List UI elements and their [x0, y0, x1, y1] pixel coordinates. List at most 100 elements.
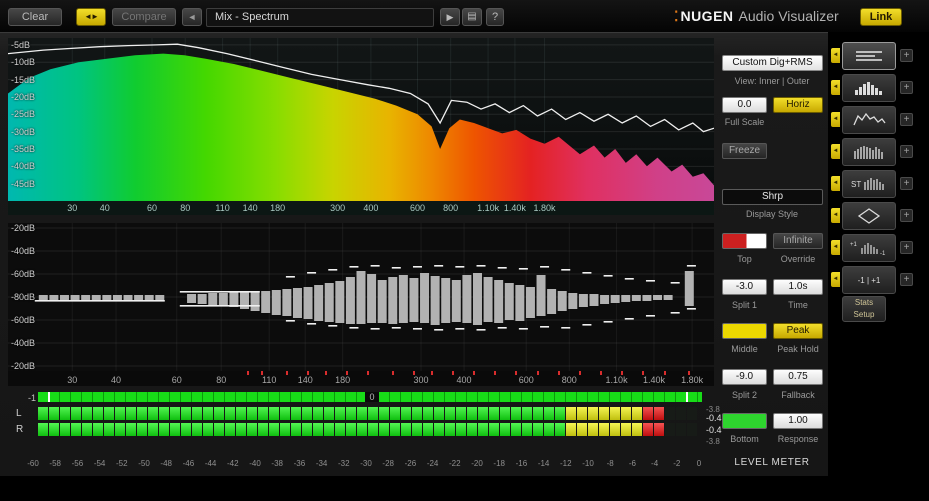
meter-tick-label: -2 — [673, 459, 681, 468]
module-tab-icon[interactable]: ◄ — [831, 208, 840, 223]
db-label: -25dB — [11, 109, 36, 120]
meter-tick-label: -8 — [606, 459, 614, 468]
module-tab-icon[interactable]: ◄ — [831, 176, 840, 191]
preset-field[interactable]: Mix - Spectrum — [206, 8, 434, 27]
meter-segment — [280, 423, 290, 436]
swap-arrows-icon[interactable]: ◄► — [76, 8, 106, 26]
meter-segment — [643, 407, 653, 420]
module-stereo-bars-button[interactable]: ST — [842, 170, 896, 198]
meter-tick-label: -46 — [182, 459, 195, 468]
meter-segment — [665, 407, 675, 420]
meter-segment — [610, 407, 620, 420]
module-tab-icon[interactable]: ◄ — [831, 48, 840, 63]
meter-tick-label: -24 — [426, 459, 439, 468]
db-label: -60dB — [11, 314, 36, 325]
infinite-button[interactable]: Infinite — [773, 233, 823, 249]
clip-tick — [412, 371, 415, 375]
module-spectrum-button[interactable] — [842, 42, 896, 70]
module-histogram-button[interactable] — [842, 74, 896, 102]
clip-tick — [391, 371, 394, 375]
plugin-window: Clear ◄► Compare ◄ Mix - Spectrum ▶ ▤ ? … — [0, 0, 929, 501]
module-add-button[interactable]: + — [900, 145, 913, 158]
stereo-bars-icon: ST — [851, 178, 884, 190]
freq-label: 1.80k — [681, 375, 704, 385]
module-add-button[interactable]: + — [900, 81, 913, 94]
help-button[interactable]: ? — [486, 8, 504, 26]
split1-field[interactable]: -3.0 — [722, 279, 767, 295]
freq-label: 30 — [67, 203, 78, 213]
meter-segment — [82, 423, 92, 436]
spectrum-display: -5dB -10dB -15dB -20dB -25dB -30dB -35dB -40dB -… — [8, 38, 714, 201]
bottom-color-swatch[interactable] — [722, 413, 767, 429]
link-button[interactable]: Link — [860, 8, 902, 26]
meter-tick-label: -30 — [360, 459, 372, 468]
split2-field[interactable]: -9.0 — [722, 369, 767, 385]
meter-tick-label: -28 — [382, 459, 394, 468]
module-vectorscope-button[interactable] — [842, 202, 896, 230]
freq-label: 400 — [456, 375, 472, 385]
meter-segment — [456, 407, 466, 420]
module-add-button[interactable]: + — [900, 113, 913, 126]
module-tab-icon[interactable]: ◄ — [831, 240, 840, 255]
module-curve-button[interactable] — [842, 106, 896, 134]
top-color-swatch[interactable] — [722, 233, 767, 249]
display-style-dropdown[interactable]: Shrp — [722, 189, 823, 205]
fallback-field[interactable]: 0.75 — [773, 369, 823, 385]
meter-segment — [269, 407, 279, 420]
horiz-button[interactable]: Horiz — [773, 97, 823, 113]
meter-segment — [511, 407, 521, 420]
preset-list-button[interactable]: ▤ — [462, 8, 482, 26]
compare-button[interactable]: Compare — [112, 8, 176, 26]
top-label: Top — [737, 254, 752, 264]
time-field[interactable]: 1.0s — [773, 279, 823, 295]
module-tab-icon[interactable]: ◄ — [831, 112, 840, 127]
clip-tick — [688, 371, 691, 375]
full-scale-field[interactable]: 0.0 — [722, 97, 767, 113]
db-label: -40dB — [11, 338, 36, 349]
module-tab-icon[interactable]: ◄ — [831, 272, 840, 287]
meter-segment — [577, 407, 587, 420]
freq-label: 400 — [363, 203, 379, 213]
db-label: -5dB — [11, 39, 31, 50]
meter-segment — [390, 423, 400, 436]
level-meter-left — [38, 407, 704, 420]
meter-segment — [555, 407, 565, 420]
clip-tick — [247, 371, 250, 375]
meter-segment — [445, 407, 455, 420]
clear-button[interactable]: Clear — [8, 8, 62, 26]
module-bias-button[interactable]: +1 -1 — [842, 234, 896, 262]
module-add-button[interactable]: + — [900, 49, 913, 62]
meter-segment — [302, 407, 312, 420]
module-tab-icon[interactable]: ◄ — [831, 80, 840, 95]
meter-segment — [214, 423, 224, 436]
module-add-button[interactable]: + — [900, 209, 913, 222]
meter-segment — [511, 423, 521, 436]
meter-segment — [588, 407, 598, 420]
freq-label: 80 — [216, 375, 227, 385]
freq-label: 1.40k — [503, 203, 526, 213]
play-button[interactable]: ▶ — [440, 8, 460, 26]
freeze-button[interactable]: Freeze — [722, 143, 767, 159]
meter-segment — [357, 423, 367, 436]
module-add-button[interactable]: + — [900, 273, 913, 286]
module-correlation-button[interactable]: -1 | +1 — [842, 266, 896, 294]
meter-segment — [566, 407, 576, 420]
prev-preset-button[interactable]: ◄ — [182, 8, 202, 26]
meter-segment — [368, 423, 378, 436]
response-field[interactable]: 1.00 — [773, 413, 823, 429]
module-strip: ◄ + ◄ + ◄ + ◄ + ◄ ST + ◄ + ◄ +1 -1 + ◄ -… — [830, 32, 929, 476]
module-tab-icon[interactable]: ◄ — [831, 144, 840, 159]
peak-hold-label: Peak Hold — [777, 344, 819, 354]
correlation-zero-label: 0 — [365, 392, 379, 402]
stats-setup-button[interactable]: Stats Setup — [842, 296, 886, 322]
clip-tick — [557, 371, 560, 375]
meter-segment — [687, 423, 697, 436]
meter-segment — [236, 423, 246, 436]
middle-color-swatch[interactable] — [722, 323, 767, 339]
module-add-button[interactable]: + — [900, 177, 913, 190]
peak-hold-button[interactable]: Peak — [773, 323, 823, 339]
module-add-button[interactable]: + — [900, 241, 913, 254]
module-bars-button[interactable] — [842, 138, 896, 166]
db-label: -60dB — [11, 269, 36, 280]
meter-mode-dropdown[interactable]: Custom Dig+RMS — [722, 55, 823, 71]
